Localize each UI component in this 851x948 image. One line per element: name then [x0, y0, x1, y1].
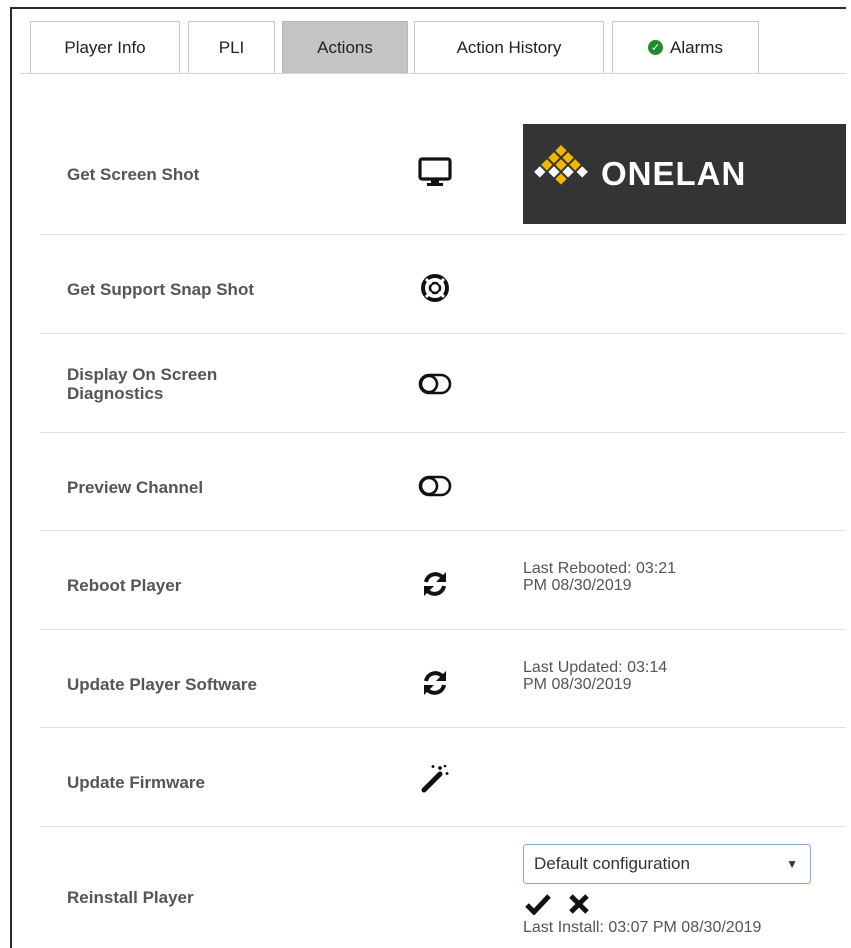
last-rebooted-text: Last Rebooted: 03:21 PM 08/30/2019: [523, 560, 677, 594]
refresh-icon[interactable]: [415, 564, 455, 604]
screenshot-preview: ONELAN: [523, 124, 846, 224]
tab-label: Action History: [456, 37, 562, 57]
action-row-reboot: Reboot Player Last Rebooted: 03:21 PM 08…: [40, 531, 846, 630]
magic-wand-icon[interactable]: [415, 758, 455, 798]
action-label: Reboot Player: [67, 576, 182, 595]
action-label: Get Screen Shot: [67, 165, 200, 184]
action-row-support-snapshot: Get Support Snap Shot: [40, 235, 846, 334]
action-label: Preview Channel: [67, 478, 204, 497]
monitor-icon[interactable]: [415, 153, 455, 193]
lifebuoy-icon[interactable]: [415, 268, 455, 308]
action-row-reinstall: Reinstall Player Default configuration ▼…: [40, 827, 846, 948]
tab-pli[interactable]: PLI: [188, 21, 275, 73]
action-row-diagnostics: Display On Screen Diagnostics: [40, 334, 846, 433]
refresh-icon[interactable]: [415, 663, 455, 703]
panel-frame: Player Info PLI Actions Action History ✓…: [10, 7, 846, 948]
last-install-text: Last Install: 03:07 PM 08/30/2019: [523, 919, 762, 936]
action-row-update-software: Update Player Software Last Updated: 03:…: [40, 630, 846, 728]
toggle-icon[interactable]: [415, 466, 455, 506]
chevron-down-icon: ▼: [786, 857, 798, 871]
check-circle-icon: ✓: [648, 40, 664, 55]
action-row-screenshot: Get Screen Shot ONELAN: [40, 109, 846, 235]
last-updated-text: Last Updated: 03:14 PM 08/30/2019: [523, 659, 668, 693]
action-row-update-firmware: Update Firmware: [40, 728, 846, 827]
logo-text: ONELAN: [601, 155, 747, 192]
tab-action-history[interactable]: Action History: [414, 21, 604, 73]
tab-divider: [20, 73, 846, 74]
tab-bar: Player Info PLI Actions Action History ✓…: [30, 21, 846, 73]
action-row-preview-channel: Preview Channel: [40, 433, 846, 531]
onelan-logo-mark: [534, 145, 588, 185]
select-value: Default configuration: [534, 854, 690, 873]
action-label: Update Player Software: [67, 675, 257, 694]
check-icon[interactable]: [525, 893, 553, 916]
action-label: Get Support Snap Shot: [67, 280, 254, 299]
tab-label: PLI: [218, 37, 245, 57]
tab-actions[interactable]: Actions: [282, 21, 408, 73]
tab-label: Actions: [317, 37, 373, 57]
action-label: Display On Screen Diagnostics: [67, 365, 218, 403]
action-label: Update Firmware: [67, 773, 205, 792]
tab-label: Player Info: [64, 37, 146, 57]
toggle-icon[interactable]: [415, 364, 455, 404]
close-icon[interactable]: [568, 893, 592, 915]
configuration-select[interactable]: Default configuration ▼: [523, 844, 811, 884]
tab-alarms[interactable]: ✓ Alarms: [612, 21, 759, 73]
tab-player-info[interactable]: Player Info: [30, 21, 180, 73]
tab-label: Alarms: [670, 37, 723, 57]
action-label: Reinstall Player: [67, 888, 194, 907]
